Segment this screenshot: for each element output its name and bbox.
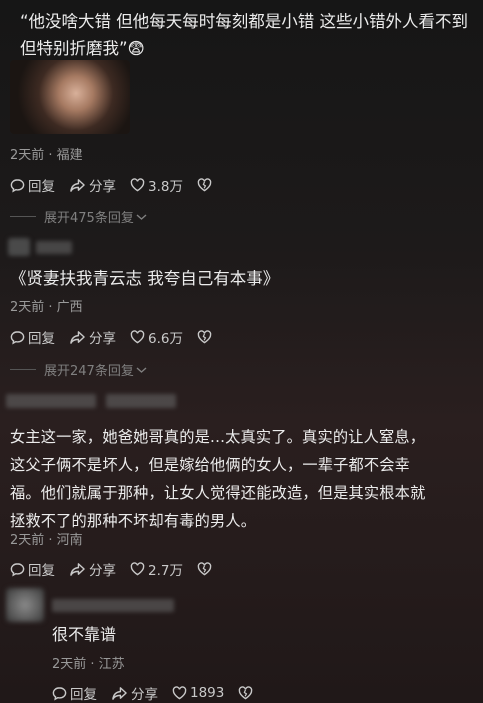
chevron-down-icon xyxy=(136,366,147,373)
like-button[interactable]: 6.6万 xyxy=(130,327,183,347)
share-arrow-icon xyxy=(70,330,85,344)
expand-label: 展开475条回复 xyxy=(44,211,134,226)
comment-text: 女主这一家，她爸她哥真的是...太真实了。真实的让人窒息， 这父子俩不是坏人，但… xyxy=(10,423,480,535)
comment-meta: 2天前 · 河南 xyxy=(10,533,83,548)
comment-actions: 回复 分享 6.6万 xyxy=(10,327,229,347)
reply-button[interactable]: 回复 xyxy=(10,327,55,347)
share-button[interactable]: 分享 xyxy=(69,327,116,347)
comment-line: 这父子俩不是坏人，但是嫁给他俩的女人，一辈子都不会幸 xyxy=(10,456,411,474)
expand-divider xyxy=(10,369,36,370)
heart-icon xyxy=(130,330,145,344)
reply-label: 回复 xyxy=(28,331,55,347)
reply-label: 回复 xyxy=(28,563,55,579)
comment-meta: 2天前 · 福建 xyxy=(10,148,83,163)
reply-label: 回复 xyxy=(28,179,55,195)
dislike-button[interactable] xyxy=(197,178,215,192)
like-count: 2.7万 xyxy=(148,563,183,579)
comment-line: 女主这一家，她爸她哥真的是...太真实了。真实的让人窒息， xyxy=(10,428,426,446)
share-label: 分享 xyxy=(89,563,116,579)
avatar[interactable] xyxy=(6,394,96,408)
share-label: 分享 xyxy=(89,331,116,347)
share-arrow-icon xyxy=(112,686,127,700)
comment-bubble-icon xyxy=(52,686,67,700)
share-label: 分享 xyxy=(131,687,158,703)
reply-button[interactable]: 回复 xyxy=(10,175,55,195)
comment-text: 《贤妻扶我青云志 我夸自己有本事》 xyxy=(10,269,280,288)
like-button[interactable]: 3.8万 xyxy=(130,175,183,195)
reply-text: 很不靠谱 xyxy=(52,625,117,644)
comment-image[interactable] xyxy=(10,60,130,134)
chevron-down-icon xyxy=(136,213,147,220)
reply-button[interactable]: 回复 xyxy=(52,683,97,703)
comment-line: 福。他们就属于那种，让女人觉得还能改造，但是其实根本就 xyxy=(10,484,426,502)
comment-bubble-icon xyxy=(10,562,25,576)
like-count: 3.8万 xyxy=(148,179,183,195)
username[interactable] xyxy=(106,394,176,408)
reply-meta: 2天前 · 江苏 xyxy=(52,657,125,672)
dislike-button[interactable] xyxy=(238,686,256,700)
expand-divider xyxy=(10,216,36,217)
broken-heart-icon xyxy=(197,562,212,576)
comment-bubble-icon xyxy=(10,178,25,192)
reply-label: 回复 xyxy=(70,687,97,703)
username[interactable] xyxy=(36,241,72,254)
expand-replies-button[interactable]: 展开247条回复 xyxy=(10,360,147,379)
like-button[interactable]: 1893 xyxy=(172,685,224,701)
expand-label: 展开247条回复 xyxy=(44,364,134,379)
share-arrow-icon xyxy=(70,562,85,576)
reply-avatar[interactable] xyxy=(6,588,44,622)
comment-text: “他没啥大错 但他每天每时每刻都是小错 这些小错外人看不到 但特别折磨我”😨 xyxy=(20,12,469,58)
reply-username[interactable] xyxy=(52,599,174,612)
like-count: 6.6万 xyxy=(148,331,183,347)
share-button[interactable]: 分享 xyxy=(111,683,158,703)
share-button[interactable]: 分享 xyxy=(69,175,116,195)
heart-icon xyxy=(172,686,187,700)
share-button[interactable]: 分享 xyxy=(69,559,116,579)
comment-bubble-icon xyxy=(10,330,25,344)
heart-icon xyxy=(130,562,145,576)
comment-actions: 回复 分享 2.7万 xyxy=(10,559,229,579)
dislike-button[interactable] xyxy=(197,330,215,344)
share-label: 分享 xyxy=(89,179,116,195)
share-arrow-icon xyxy=(70,178,85,192)
like-count: 1893 xyxy=(190,685,225,701)
broken-heart-icon xyxy=(239,686,253,700)
reply-actions: 回复 分享 1893 xyxy=(52,683,270,703)
dislike-button[interactable] xyxy=(197,562,215,576)
avatar[interactable] xyxy=(8,238,30,256)
expand-replies-button[interactable]: 展开475条回复 xyxy=(10,207,147,226)
broken-heart-icon xyxy=(197,178,212,192)
broken-heart-icon xyxy=(197,330,212,344)
comment-meta: 2天前 · 广西 xyxy=(10,300,83,315)
reply-button[interactable]: 回复 xyxy=(10,559,55,579)
heart-icon xyxy=(130,178,145,192)
like-button[interactable]: 2.7万 xyxy=(130,559,183,579)
comment-actions: 回复 分享 3.8万 xyxy=(10,175,229,195)
